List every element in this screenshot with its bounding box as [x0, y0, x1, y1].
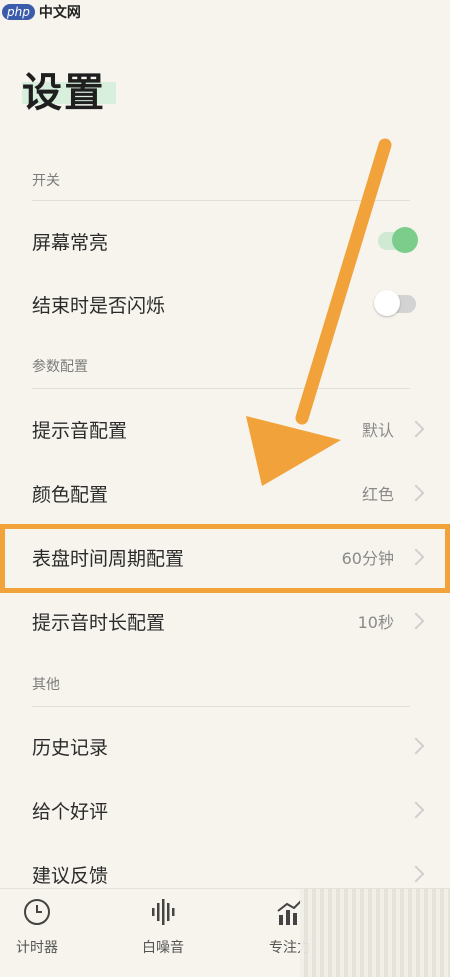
chevron-right-icon [407, 612, 425, 630]
chevron-right-icon [407, 737, 425, 755]
setting-row-sound-duration-config[interactable]: 提示音时长配置 10秒 [0, 589, 450, 653]
section-label-switches: 开关 [32, 173, 60, 189]
chevron-right-icon [407, 801, 425, 819]
toggle-knob [374, 290, 400, 316]
setting-value: 60分钟 [341, 549, 394, 568]
setting-label: 建议反馈 [32, 864, 109, 887]
divider [32, 200, 410, 201]
setting-label: 提示音配置 [32, 419, 128, 442]
divider [32, 706, 410, 707]
setting-label: 结束时是否闪烁 [32, 294, 166, 317]
screen-on-toggle[interactable] [378, 227, 418, 253]
setting-label: 历史记录 [32, 736, 109, 759]
setting-label: 提示音时长配置 [32, 611, 166, 634]
divider [32, 388, 410, 389]
setting-label: 表盘时间周期配置 [32, 547, 185, 570]
setting-row-sound-config[interactable]: 提示音配置 默认 [0, 397, 450, 461]
pixelated-overlay [300, 889, 450, 977]
setting-row-screen-on[interactable]: 屏幕常亮 [0, 209, 450, 273]
tab-white-noise[interactable]: 白噪音 [113, 897, 213, 957]
setting-value: 默认 [361, 421, 394, 440]
tab-label: 计时器 [16, 940, 58, 956]
tab-timer[interactable]: 计时器 [0, 897, 87, 957]
setting-label: 屏幕常亮 [32, 231, 109, 254]
page-title-container: 设置 [22, 60, 116, 118]
flash-on-end-toggle[interactable] [374, 290, 416, 316]
setting-label: 颜色配置 [32, 483, 109, 506]
clock-icon [24, 899, 50, 925]
setting-row-flash-on-end[interactable]: 结束时是否闪烁 [0, 272, 450, 336]
soundwave-icon [152, 899, 175, 925]
chevron-right-icon [407, 865, 425, 883]
php-logo: php [2, 4, 35, 20]
watermark-logo: php 中文网 [2, 2, 81, 22]
watermark-text: 中文网 [38, 5, 81, 21]
bottom-tab-bar: 计时器 白噪音 专注力 [0, 888, 450, 977]
chevron-right-icon [407, 484, 425, 502]
setting-label: 给个好评 [32, 800, 109, 823]
setting-value: 红色 [361, 485, 394, 504]
section-label-params: 参数配置 [32, 359, 88, 375]
tab-label: 白噪音 [142, 940, 184, 956]
setting-row-history[interactable]: 历史记录 [0, 714, 450, 778]
toggle-knob [392, 227, 418, 253]
setting-row-color-config[interactable]: 颜色配置 红色 [0, 461, 450, 525]
chevron-right-icon [407, 420, 425, 438]
chevron-right-icon [407, 548, 425, 566]
setting-value: 10秒 [357, 613, 394, 632]
setting-row-dial-period-config[interactable]: 表盘时间周期配置 60分钟 [0, 525, 450, 589]
section-label-other: 其他 [32, 677, 60, 693]
setting-row-rate[interactable]: 给个好评 [0, 778, 450, 842]
page-title: 设置 [22, 70, 106, 116]
